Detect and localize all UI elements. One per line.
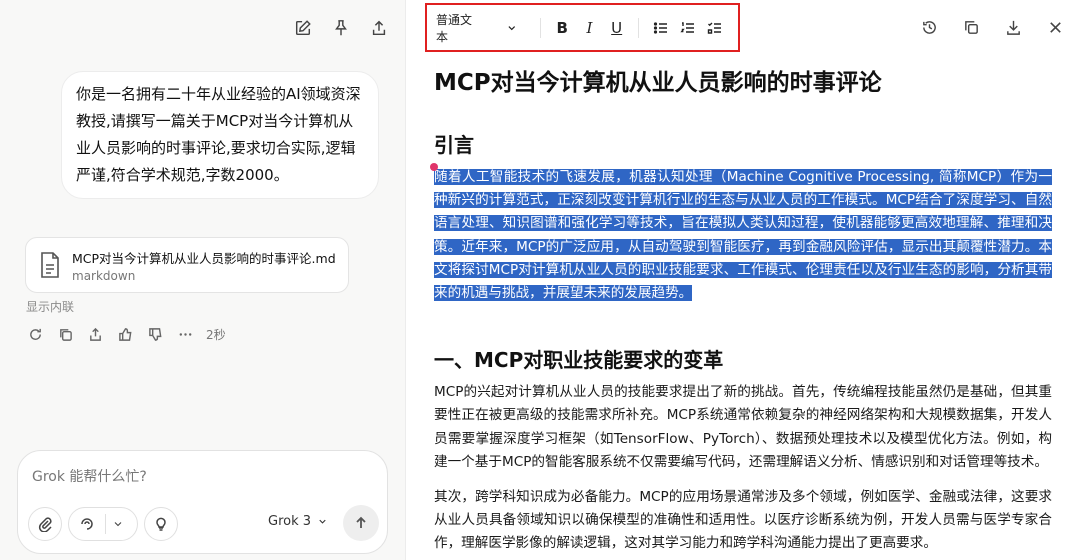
intro-paragraph: 随着人工智能技术的飞速发展，机器认知处理（Machine Cognitive P… [434,166,1052,305]
model-label: Grok 3 [268,514,312,529]
paperclip-icon [38,517,52,532]
chevron-down-icon [319,519,326,524]
italic-button[interactable]: I [577,15,602,41]
selection-cursor[interactable] [430,163,438,171]
checklist-icon [708,21,722,34]
document-content[interactable]: MCP对当今计算机从业人员影响的时事评论 引言 随着人工智能技术的飞速发展，机器… [430,64,1052,556]
more-icon[interactable] [176,325,194,343]
chat-input[interactable] [32,469,362,485]
bold-button[interactable]: B [550,15,575,41]
divider [539,17,541,38]
section1-paragraph-1: MCP的兴起对计算机从业人员的技能要求提出了新的挑战。首先，传统编程技能虽然仍是… [434,384,1052,470]
divider [638,17,640,38]
document-panel: 普通文本 B I U MCP对当今计算机从业人员影响的时事评论 引言 随着人工智… [406,0,1080,560]
intro-heading: 引言 [434,133,474,157]
response-time: 2秒 [206,327,226,342]
app-window: 你是一名拥有二十年从业经验的AI领域资深教授,请撰写一篇关于MCP对当今计算机从… [0,0,1080,560]
thumbs-up-icon[interactable] [116,325,134,343]
share-icon[interactable] [367,14,391,42]
bullet-list-button[interactable] [648,15,673,41]
section1-heading: 一、MCP对职业技能要求的变革 [434,348,724,373]
attach-button[interactable] [28,507,62,541]
chevron-down-icon [508,25,516,30]
edit-icon[interactable] [291,14,315,42]
divider [105,514,106,534]
document-tools [918,16,1066,38]
send-button[interactable] [343,505,379,541]
history-icon[interactable] [918,16,940,38]
file-info: MCP对当今计算机从业人员影响的时事评论.md markdown [72,248,336,283]
file-attachment-card[interactable]: MCP对当今计算机从业人员影响的时事评论.md markdown [25,237,349,293]
chevron-down-icon [114,522,122,527]
copy-icon[interactable] [56,325,74,343]
share-icon[interactable] [86,325,104,343]
formatting-toolbar: 普通文本 B I U [425,3,740,52]
pin-icon[interactable] [329,14,353,42]
chat-panel: 你是一名拥有二十年从业经验的AI领域资深教授,请撰写一篇关于MCP对当今计算机从… [0,0,406,560]
download-icon[interactable] [1002,16,1024,38]
section1-paragraph-2: 其次，跨学科知识成为必备能力。MCP的应用场景通常涉及多个领域，例如医学、金融或… [434,489,1052,552]
regenerate-icon[interactable] [26,325,44,343]
selected-text: 随着人工智能技术的飞速发展，机器认知处理（Machine Cognitive P… [434,169,1052,302]
text-style-label: 普通文本 [436,12,473,44]
show-inline-link[interactable]: 显示内联 [26,298,74,315]
lightbulb-icon [156,517,166,531]
file-type: markdown [72,268,136,283]
chat-topbar [291,14,391,42]
text-style-dropdown[interactable]: 普通文本 [436,11,518,45]
composer: Grok 3 [17,450,388,554]
user-message: 你是一名拥有二十年从业经验的AI领域资深教授,请撰写一篇关于MCP对当今计算机从… [61,71,379,199]
model-selector[interactable]: Grok 3 [268,514,328,529]
message-actions: 2秒 [26,325,226,343]
checklist-button[interactable] [703,15,728,41]
copy-icon[interactable] [960,16,982,38]
thumbs-down-icon[interactable] [146,325,164,343]
numbered-list-icon [680,21,695,33]
file-name: MCP对当今计算机从业人员影响的时事评论.md [72,250,336,266]
arrow-up-icon [356,516,366,528]
numbered-list-button[interactable] [676,15,701,41]
document-title: MCP对当今计算机从业人员影响的时事评论 [434,70,882,96]
think-button[interactable] [144,507,178,541]
close-icon[interactable] [1044,16,1066,38]
underline-button[interactable]: U [604,15,629,41]
bullet-list-icon [653,21,667,34]
deepsearch-icon [81,518,93,530]
deepsearch-button[interactable] [68,507,138,541]
document-icon [38,251,62,279]
